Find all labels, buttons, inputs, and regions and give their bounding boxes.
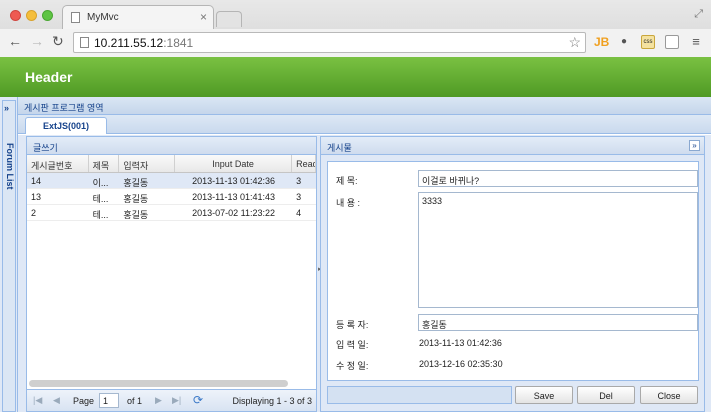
table-cell: 홍길동 [123, 210, 149, 220]
tab-extjs[interactable]: ExtJS(001) [25, 117, 107, 134]
column-header[interactable]: Read [292, 155, 316, 172]
table-cell: 홍길동 [123, 178, 149, 188]
table-cell: 13 [31, 192, 42, 202]
page-count-label: of 1 [127, 396, 143, 406]
column-header[interactable]: 제목 [89, 155, 120, 172]
first-page-icon[interactable]: |◀ [33, 395, 42, 406]
column-header[interactable]: Input Date [175, 155, 293, 172]
url-text: 10.211.55.12:1841 [94, 36, 193, 50]
collapse-icon[interactable]: » [689, 140, 700, 151]
board-grid-panel: 글쓰기 게시글번호 제목 입력자 Input Date Read 14 이... 홍길동 20… [26, 136, 317, 412]
paging-display-text: Displaying 1 - 3 of 3 [232, 396, 312, 406]
table-cell: 4 [296, 208, 302, 218]
table-cell: 테... [92, 210, 109, 220]
content-label: 내 용 : [336, 198, 361, 208]
css-extension-icon[interactable]: css [641, 35, 655, 49]
new-tab-button[interactable] [216, 11, 242, 27]
form-body: 제 목: 이걸로 바뀌나? 내 용 : 3333 등 록 자: 홍길동 입 력 … [327, 161, 699, 381]
close-tab-icon[interactable]: × [200, 10, 207, 24]
fullscreen-icon[interactable]: ⤢ [694, 8, 703, 21]
subject-field[interactable]: 이걸로 바뀌나? [418, 170, 698, 187]
grid-panel-title: 글쓰기 [27, 137, 316, 155]
last-page-icon[interactable]: ▶| [172, 395, 181, 406]
table-cell: 2013-07-02 11:23:22 [192, 208, 276, 218]
delete-button[interactable]: Del [577, 386, 635, 404]
column-header[interactable]: 입력자 [119, 155, 176, 172]
url-host: 10.211.55.12 [94, 36, 164, 50]
page-number-input[interactable]: 1 [99, 393, 119, 408]
browser-chrome: MyMvc × ⤢ ← → ↻ 10.211.55.12:1841 ☆ JB ●… [0, 0, 711, 57]
page-icon [80, 37, 89, 48]
back-button[interactable]: ← [8, 33, 22, 49]
forum-list-collapsed-panel[interactable]: » Forum List [2, 100, 16, 412]
table-cell: 2013-11-13 01:42:36 [192, 176, 276, 186]
author-field[interactable]: 홍길동 [418, 314, 698, 331]
form-panel-header: 게시물 » [321, 137, 704, 155]
footer-status-field [327, 386, 512, 404]
table-row[interactable]: 2 테... 홍길동 2013-07-02 11:23:22 4 [27, 205, 316, 221]
jetbrains-extension-icon[interactable]: JB [594, 35, 609, 49]
page-label: Page [73, 396, 95, 406]
horizontal-scrollbar[interactable] [29, 380, 288, 387]
table-cell: 2 [31, 208, 37, 218]
tab-strip: ExtJS(001) [18, 115, 711, 134]
table-row[interactable]: 13 테... 홍길동 2013-11-13 01:41:43 3 [27, 189, 316, 205]
url-port: :1841 [163, 36, 194, 50]
expand-icon[interactable]: » [4, 103, 9, 113]
minimize-window-button[interactable] [26, 10, 37, 21]
table-cell: 홍길동 [123, 194, 149, 204]
refresh-icon[interactable]: ⟳ [193, 393, 203, 407]
subject-label: 제 목: [336, 176, 358, 186]
modified-date-value: 2013-12-16 02:35:30 [419, 359, 503, 369]
input-date-label: 입 력 일: [336, 340, 369, 350]
table-cell: 14 [31, 176, 42, 186]
browser-toolbar: ← → ↻ 10.211.55.12:1841 ☆ JB ● css ≡ [0, 29, 711, 57]
modified-date-label: 수 정 일: [336, 361, 369, 371]
zoom-window-button[interactable] [42, 10, 53, 21]
forward-button[interactable]: → [30, 33, 44, 49]
close-window-button[interactable] [10, 10, 21, 21]
browser-tab[interactable]: MyMvc × [62, 5, 214, 29]
post-form-panel: 게시물 » 제 목: 이걸로 바뀌나? 내 용 : 3333 등 록 자: 홍길… [320, 136, 705, 412]
table-cell: 이... [92, 178, 109, 188]
main-panel-title: 게시판 프로그램 영역 [18, 97, 711, 115]
bookmark-star-icon[interactable]: ☆ [568, 34, 581, 51]
form-panel-title: 게시물 [327, 143, 352, 153]
prev-page-icon[interactable]: ◀ [53, 395, 60, 406]
page-icon [71, 12, 80, 23]
menu-icon[interactable]: ≡ [689, 35, 703, 49]
address-bar[interactable]: 10.211.55.12:1841 ☆ [73, 32, 586, 53]
tab-body: 글쓰기 게시글번호 제목 입력자 Input Date Read 14 이... 홍길동 20… [18, 135, 711, 412]
paging-toolbar: |◀ ◀ Page 1 of 1 ▶ ▶| ⟳ Displaying 1 - 3… [27, 389, 316, 411]
form-footer: Save Del Close [327, 386, 699, 408]
close-button[interactable]: Close [640, 386, 698, 404]
save-button[interactable]: Save [515, 386, 573, 404]
main-panel: 게시판 프로그램 영역 ExtJS(001) 글쓰기 게시글번호 제목 입력자 Inp… [17, 97, 711, 412]
evernote-extension-icon[interactable]: ● [617, 35, 631, 49]
next-page-icon[interactable]: ▶ [155, 395, 162, 406]
column-header[interactable]: 게시글번호 [27, 155, 89, 172]
table-cell: 2013-11-13 01:41:43 [192, 192, 276, 202]
table-cell: 3 [296, 192, 302, 202]
reload-button[interactable]: ↻ [52, 33, 64, 50]
content-textarea[interactable]: 3333 [418, 192, 698, 308]
grid-body: 14 이... 홍길동 2013-11-13 01:42:36 3 13 테... 홍길동 20… [27, 173, 316, 221]
input-date-value: 2013-11-13 01:42:36 [419, 338, 502, 348]
table-cell: 3 [296, 176, 302, 186]
grid-header: 게시글번호 제목 입력자 Input Date Read [27, 155, 316, 173]
table-cell: 테... [92, 194, 109, 204]
author-label: 등 록 자: [336, 320, 369, 330]
forum-list-title: Forum List [5, 143, 15, 190]
tab-title: MyMvc [87, 12, 119, 23]
extension-icon[interactable] [665, 35, 679, 49]
header-title: Header [25, 69, 73, 85]
app-header: Header [0, 57, 711, 97]
table-row[interactable]: 14 이... 홍길동 2013-11-13 01:42:36 3 [27, 173, 316, 189]
